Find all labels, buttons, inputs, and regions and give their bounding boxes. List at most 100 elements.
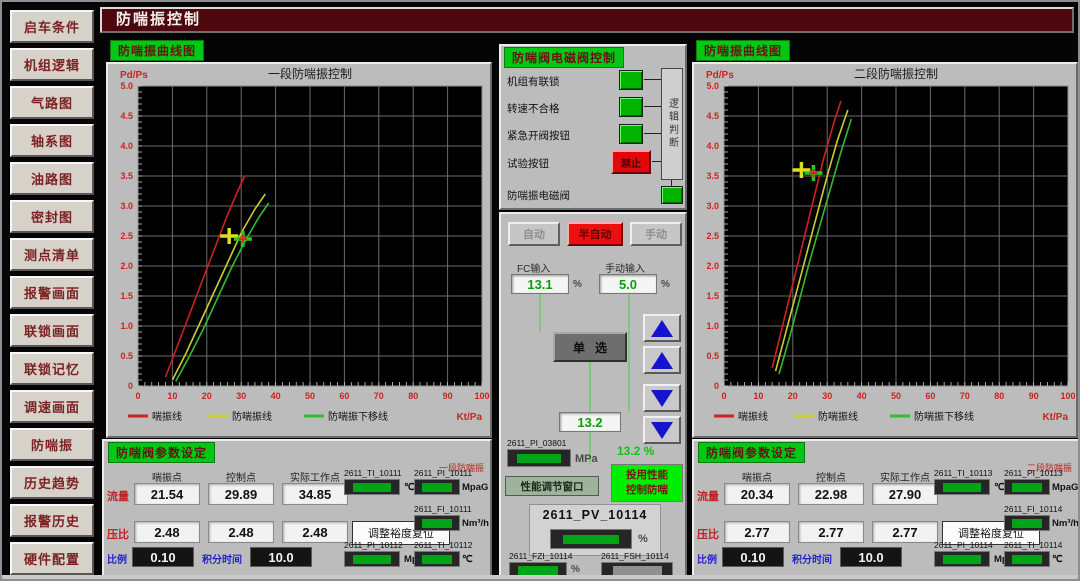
signal-line — [589, 362, 591, 412]
sidebar-item-2[interactable]: 机组逻辑 — [10, 48, 94, 81]
svg-text:10: 10 — [167, 391, 177, 401]
sidebar-item-1[interactable]: 启车条件 — [10, 10, 94, 43]
p-gain-field[interactable]: 0.10 — [132, 547, 194, 567]
value-bar — [518, 566, 557, 575]
value-bar — [353, 483, 391, 492]
semi-auto-mode-button[interactable]: 半自动 — [567, 222, 623, 246]
param-field-r1c3[interactable]: 27.90 — [872, 483, 938, 505]
sidebar-item-4[interactable]: 轴系图 — [10, 124, 94, 157]
svg-text:2.0: 2.0 — [706, 261, 719, 271]
column-header-3: 实际工作点 — [282, 469, 348, 484]
increase-slow-button[interactable] — [643, 346, 681, 374]
select-button[interactable]: 单选 — [553, 332, 627, 362]
svg-text:20: 20 — [788, 391, 798, 401]
tag-label-2611_TI_10111: 2611_TI_10111 — [344, 468, 402, 478]
solenoid-valve-indicator — [661, 186, 683, 204]
sidebar-item-12[interactable]: 防喘振 — [10, 428, 94, 461]
sidebar-item-10[interactable]: 联锁记忆 — [10, 352, 94, 385]
svg-text:30: 30 — [822, 391, 832, 401]
sidebar-item-11[interactable]: 调速画面 — [10, 390, 94, 423]
manual-mode-button[interactable]: 手动 — [630, 222, 682, 246]
param-field-r1c2[interactable]: 29.89 — [208, 483, 274, 505]
sidebar-item-5[interactable]: 油路图 — [10, 162, 94, 195]
sidebar-item-15[interactable]: 硬件配置 — [10, 542, 94, 575]
sidebar-item-13[interactable]: 历史趋势 — [10, 466, 94, 499]
param-field-r2c1[interactable]: 2.48 — [134, 521, 200, 543]
param-field-r2c3[interactable]: 2.48 — [282, 521, 348, 543]
interlock-indicator — [619, 70, 643, 90]
control-panel: 自动 半自动 手动 FC输入 手动输入 13.1 % 5.0 % 单选 13.2… — [499, 212, 687, 580]
sidebar-item-14[interactable]: 报警历史 — [10, 504, 94, 537]
svg-text:5.0: 5.0 — [706, 81, 719, 91]
sidebar-item-7[interactable]: 测点清单 — [10, 238, 94, 271]
param-field-r2c2[interactable]: 2.77 — [798, 521, 864, 543]
param-field-r1c2[interactable]: 22.98 — [798, 483, 864, 505]
increase-fast-button[interactable] — [643, 314, 681, 342]
param-field-r2c2[interactable]: 2.48 — [208, 521, 274, 543]
svg-text:80: 80 — [994, 391, 1004, 401]
setpoint-field[interactable]: 13.2 — [559, 412, 621, 432]
p-gain-label: 比例 — [107, 551, 127, 566]
sidebar-item-6[interactable]: 密封图 — [10, 200, 94, 233]
param-field-r2c3[interactable]: 2.77 — [872, 521, 938, 543]
svg-text:喘振线: 喘振线 — [152, 410, 182, 423]
svg-text:4.0: 4.0 — [120, 141, 133, 151]
value-bar — [943, 483, 981, 492]
i-time-field[interactable]: 10.0 — [840, 547, 902, 567]
manual-input-label: 手动输入 — [605, 260, 645, 275]
tag-label-2611_FI_10114: 2611_FI_10114 — [1004, 504, 1062, 514]
svg-text:20: 20 — [202, 391, 212, 401]
performance-window-button[interactable]: 性能调节窗口 — [505, 476, 599, 496]
sidebar-item-9[interactable]: 联锁画面 — [10, 314, 94, 347]
right-chart-section-label: 防喘振曲线图 — [696, 40, 790, 61]
params-panel-title: 防喘阀参数设定 — [108, 442, 215, 463]
wire — [644, 133, 661, 134]
param-field-r1c1[interactable]: 21.54 — [134, 483, 200, 505]
solenoid-valve-label: 防喘振电磁阀 — [507, 188, 570, 203]
param-field-r1c1[interactable]: 20.34 — [724, 483, 790, 505]
svg-text:喘振线: 喘振线 — [738, 410, 768, 423]
signal-line — [539, 294, 541, 332]
value-bar — [1012, 519, 1043, 528]
tag-value-2611_PI_10113 — [1004, 479, 1050, 495]
fc-input-label: FC输入 — [517, 260, 550, 275]
p-gain-field[interactable]: 0.10 — [722, 547, 784, 567]
svg-text:2.5: 2.5 — [120, 231, 133, 241]
auto-mode-button[interactable]: 自动 — [508, 222, 560, 246]
param-field-r1c3[interactable]: 34.85 — [282, 483, 348, 505]
svg-text:0.5: 0.5 — [706, 351, 719, 361]
value-bar — [1012, 483, 1043, 492]
pressure-unit: MPa — [575, 453, 598, 465]
decrease-fast-button[interactable] — [643, 416, 681, 444]
interlock-label: 机组有联锁 — [507, 74, 560, 89]
column-header-3: 实际工作点 — [872, 469, 938, 484]
row-label-流量: 流量 — [107, 488, 129, 504]
manual-input-field[interactable]: 5.0 — [599, 274, 657, 294]
sidebar-item-3[interactable]: 气路图 — [10, 86, 94, 119]
svg-text:5.0: 5.0 — [120, 81, 133, 91]
test-disable-button[interactable]: 禁止 — [611, 150, 651, 174]
i-time-label: 积分时间 — [202, 551, 242, 566]
decrease-slow-button[interactable] — [643, 384, 681, 412]
i-time-field[interactable]: 10.0 — [250, 547, 312, 567]
speed-label: 转速不合格 — [507, 101, 560, 116]
fc-input-field[interactable]: 13.1 — [511, 274, 569, 294]
value-bar — [422, 483, 453, 492]
svg-text:二段防喘振控制: 二段防喘振控制 — [854, 66, 938, 81]
solenoid-panel-title: 防喘阀电磁阀控制 — [504, 47, 624, 68]
svg-text:0: 0 — [128, 381, 133, 391]
svg-text:60: 60 — [925, 391, 935, 401]
value-bar — [517, 454, 560, 463]
svg-text:100: 100 — [1060, 391, 1075, 401]
param-field-r2c1[interactable]: 2.77 — [724, 521, 790, 543]
performance-status-box: 投用性能 控制防喘 — [611, 464, 683, 502]
tag-label-2611_PI_10111: 2611_PI_10111 — [414, 468, 472, 478]
emergency-open-indicator — [619, 124, 643, 144]
sidebar-item-8[interactable]: 报警画面 — [10, 276, 94, 309]
tag-unit-2611_FI_10114: Nm³/h — [1052, 518, 1079, 529]
tag-label-2611_TI_10113: 2611_TI_10113 — [934, 468, 992, 478]
svg-text:70: 70 — [374, 391, 384, 401]
svg-text:0: 0 — [135, 391, 140, 401]
svg-text:2.5: 2.5 — [706, 231, 719, 241]
speed-indicator — [619, 97, 643, 117]
